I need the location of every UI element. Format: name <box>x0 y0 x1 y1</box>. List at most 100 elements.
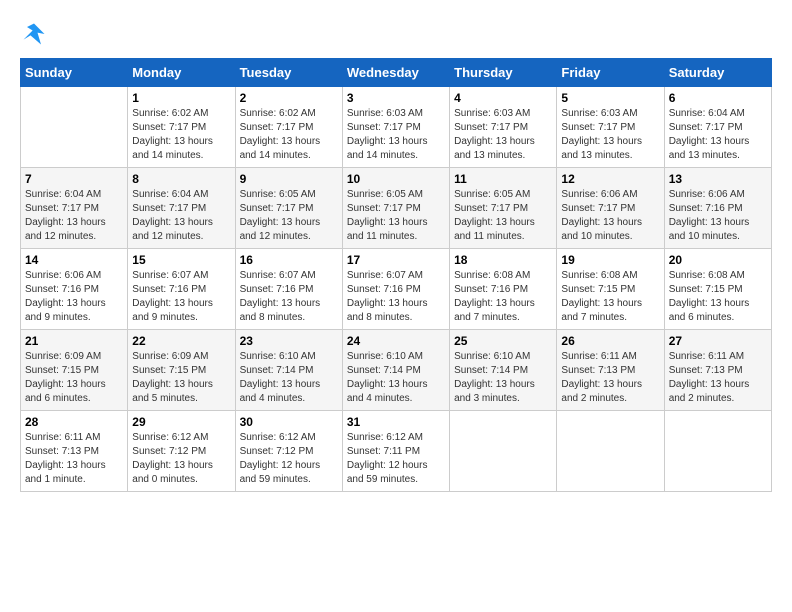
calendar-week-row: 28 Sunrise: 6:11 AMSunset: 7:13 PMDayligh… <box>21 411 772 492</box>
calendar-table: SundayMondayTuesdayWednesdayThursdayFrid… <box>20 58 772 492</box>
calendar-week-row: 14 Sunrise: 6:06 AMSunset: 7:16 PMDayligh… <box>21 249 772 330</box>
calendar-week-row: 21 Sunrise: 6:09 AMSunset: 7:15 PMDayligh… <box>21 330 772 411</box>
day-number: 17 <box>347 253 445 267</box>
calendar-cell: 14 Sunrise: 6:06 AMSunset: 7:16 PMDayligh… <box>21 249 128 330</box>
day-info: Sunrise: 6:12 AMSunset: 7:12 PMDaylight:… <box>132 431 230 487</box>
day-info: Sunrise: 6:12 AMSunset: 7:11 PMDaylight:… <box>347 431 445 487</box>
calendar-cell: 8 Sunrise: 6:04 AMSunset: 7:17 PMDaylight… <box>128 168 235 249</box>
day-info: Sunrise: 6:09 AMSunset: 7:15 PMDaylight:… <box>25 350 123 406</box>
day-header: Tuesday <box>235 59 342 87</box>
day-info: Sunrise: 6:06 AMSunset: 7:16 PMDaylight:… <box>669 188 767 244</box>
header-row: SundayMondayTuesdayWednesdayThursdayFrid… <box>21 59 772 87</box>
day-info: Sunrise: 6:05 AMSunset: 7:17 PMDaylight:… <box>240 188 338 244</box>
day-header: Friday <box>557 59 664 87</box>
calendar-cell: 22 Sunrise: 6:09 AMSunset: 7:15 PMDayligh… <box>128 330 235 411</box>
day-info: Sunrise: 6:02 AMSunset: 7:17 PMDaylight:… <box>132 107 230 163</box>
day-info: Sunrise: 6:07 AMSunset: 7:16 PMDaylight:… <box>347 269 445 325</box>
day-info: Sunrise: 6:08 AMSunset: 7:15 PMDaylight:… <box>561 269 659 325</box>
day-number: 22 <box>132 334 230 348</box>
calendar-cell: 23 Sunrise: 6:10 AMSunset: 7:14 PMDayligh… <box>235 330 342 411</box>
calendar-cell: 3Sunrise: 6:03 AMSunset: 7:17 PMDaylight… <box>342 87 449 168</box>
day-info: Sunrise: 6:02 AMSunset: 7:17 PMDaylight:… <box>240 107 338 163</box>
day-info: Sunrise: 6:04 AMSunset: 7:17 PMDaylight:… <box>132 188 230 244</box>
day-number: 11 <box>454 172 552 186</box>
calendar-cell: 17 Sunrise: 6:07 AMSunset: 7:16 PMDayligh… <box>342 249 449 330</box>
calendar-cell <box>664 411 771 492</box>
day-number: 20 <box>669 253 767 267</box>
calendar-cell: 16Sunrise: 6:07 AMSunset: 7:16 PMDayligh… <box>235 249 342 330</box>
day-info: Sunrise: 6:09 AMSunset: 7:15 PMDaylight:… <box>132 350 230 406</box>
calendar-cell <box>21 87 128 168</box>
day-number: 14 <box>25 253 123 267</box>
day-number: 8 <box>132 172 230 186</box>
calendar-cell: 6Sunrise: 6:04 AMSunset: 7:17 PMDaylight… <box>664 87 771 168</box>
day-info: Sunrise: 6:10 AMSunset: 7:14 PMDaylight:… <box>240 350 338 406</box>
day-number: 29 <box>132 415 230 429</box>
day-info: Sunrise: 6:12 AMSunset: 7:12 PMDaylight:… <box>240 431 338 487</box>
calendar-cell: 12 Sunrise: 6:06 AMSunset: 7:17 PMDayligh… <box>557 168 664 249</box>
logo <box>20 20 52 48</box>
day-number: 23 <box>240 334 338 348</box>
calendar-week-row: 1 Sunrise: 6:02 AMSunset: 7:17 PMDaylight… <box>21 87 772 168</box>
day-header: Saturday <box>664 59 771 87</box>
day-info: Sunrise: 6:10 AMSunset: 7:14 PMDaylight:… <box>347 350 445 406</box>
day-number: 15 <box>132 253 230 267</box>
day-info: Sunrise: 6:07 AMSunset: 7:16 PMDaylight:… <box>132 269 230 325</box>
calendar-week-row: 7 Sunrise: 6:04 AMSunset: 7:17 PMDaylight… <box>21 168 772 249</box>
day-number: 24 <box>347 334 445 348</box>
logo-icon <box>20 20 48 48</box>
day-number: 9 <box>240 172 338 186</box>
day-info: Sunrise: 6:04 AMSunset: 7:17 PMDaylight:… <box>25 188 123 244</box>
calendar-cell: 31 Sunrise: 6:12 AMSunset: 7:11 PMDayligh… <box>342 411 449 492</box>
day-info: Sunrise: 6:03 AMSunset: 7:17 PMDaylight:… <box>454 107 552 163</box>
calendar-cell: 9 Sunrise: 6:05 AMSunset: 7:17 PMDaylight… <box>235 168 342 249</box>
calendar-cell: 29 Sunrise: 6:12 AMSunset: 7:12 PMDayligh… <box>128 411 235 492</box>
day-number: 16 <box>240 253 338 267</box>
day-info: Sunrise: 6:06 AMSunset: 7:17 PMDaylight:… <box>561 188 659 244</box>
day-header: Thursday <box>450 59 557 87</box>
calendar-cell: 1 Sunrise: 6:02 AMSunset: 7:17 PMDaylight… <box>128 87 235 168</box>
day-info: Sunrise: 6:08 AMSunset: 7:15 PMDaylight:… <box>669 269 767 325</box>
day-number: 12 <box>561 172 659 186</box>
day-info: Sunrise: 6:11 AMSunset: 7:13 PMDaylight:… <box>669 350 767 406</box>
day-number: 1 <box>132 91 230 105</box>
calendar-cell: 2 Sunrise: 6:02 AMSunset: 7:17 PMDaylight… <box>235 87 342 168</box>
calendar-cell: 10 Sunrise: 6:05 AMSunset: 7:17 PMDayligh… <box>342 168 449 249</box>
calendar-cell: 18Sunrise: 6:08 AMSunset: 7:16 PMDayligh… <box>450 249 557 330</box>
day-number: 21 <box>25 334 123 348</box>
calendar-cell: 20 Sunrise: 6:08 AMSunset: 7:15 PMDayligh… <box>664 249 771 330</box>
day-info: Sunrise: 6:03 AMSunset: 7:17 PMDaylight:… <box>347 107 445 163</box>
day-number: 26 <box>561 334 659 348</box>
day-info: Sunrise: 6:05 AMSunset: 7:17 PMDaylight:… <box>347 188 445 244</box>
day-info: Sunrise: 6:06 AMSunset: 7:16 PMDaylight:… <box>25 269 123 325</box>
day-info: Sunrise: 6:08 AMSunset: 7:16 PMDaylight:… <box>454 269 552 325</box>
calendar-cell: 27 Sunrise: 6:11 AMSunset: 7:13 PMDayligh… <box>664 330 771 411</box>
day-info: Sunrise: 6:11 AMSunset: 7:13 PMDaylight:… <box>25 431 123 487</box>
day-number: 10 <box>347 172 445 186</box>
day-number: 30 <box>240 415 338 429</box>
day-info: Sunrise: 6:10 AMSunset: 7:14 PMDaylight:… <box>454 350 552 406</box>
calendar-cell: 19 Sunrise: 6:08 AMSunset: 7:15 PMDayligh… <box>557 249 664 330</box>
day-number: 13 <box>669 172 767 186</box>
day-number: 2 <box>240 91 338 105</box>
calendar-cell: 7 Sunrise: 6:04 AMSunset: 7:17 PMDaylight… <box>21 168 128 249</box>
calendar-cell: 11 Sunrise: 6:05 AMSunset: 7:17 PMDayligh… <box>450 168 557 249</box>
day-number: 31 <box>347 415 445 429</box>
day-number: 19 <box>561 253 659 267</box>
day-number: 28 <box>25 415 123 429</box>
header <box>20 20 772 48</box>
day-number: 7 <box>25 172 123 186</box>
calendar-cell: 25 Sunrise: 6:10 AMSunset: 7:14 PMDayligh… <box>450 330 557 411</box>
calendar-cell: 21 Sunrise: 6:09 AMSunset: 7:15 PMDayligh… <box>21 330 128 411</box>
day-number: 25 <box>454 334 552 348</box>
calendar-cell: 28 Sunrise: 6:11 AMSunset: 7:13 PMDayligh… <box>21 411 128 492</box>
calendar-cell: 26 Sunrise: 6:11 AMSunset: 7:13 PMDayligh… <box>557 330 664 411</box>
calendar-cell: 5Sunrise: 6:03 AMSunset: 7:17 PMDaylight… <box>557 87 664 168</box>
day-header: Wednesday <box>342 59 449 87</box>
day-header: Sunday <box>21 59 128 87</box>
day-info: Sunrise: 6:11 AMSunset: 7:13 PMDaylight:… <box>561 350 659 406</box>
day-number: 27 <box>669 334 767 348</box>
day-number: 6 <box>669 91 767 105</box>
day-header: Monday <box>128 59 235 87</box>
day-info: Sunrise: 6:05 AMSunset: 7:17 PMDaylight:… <box>454 188 552 244</box>
